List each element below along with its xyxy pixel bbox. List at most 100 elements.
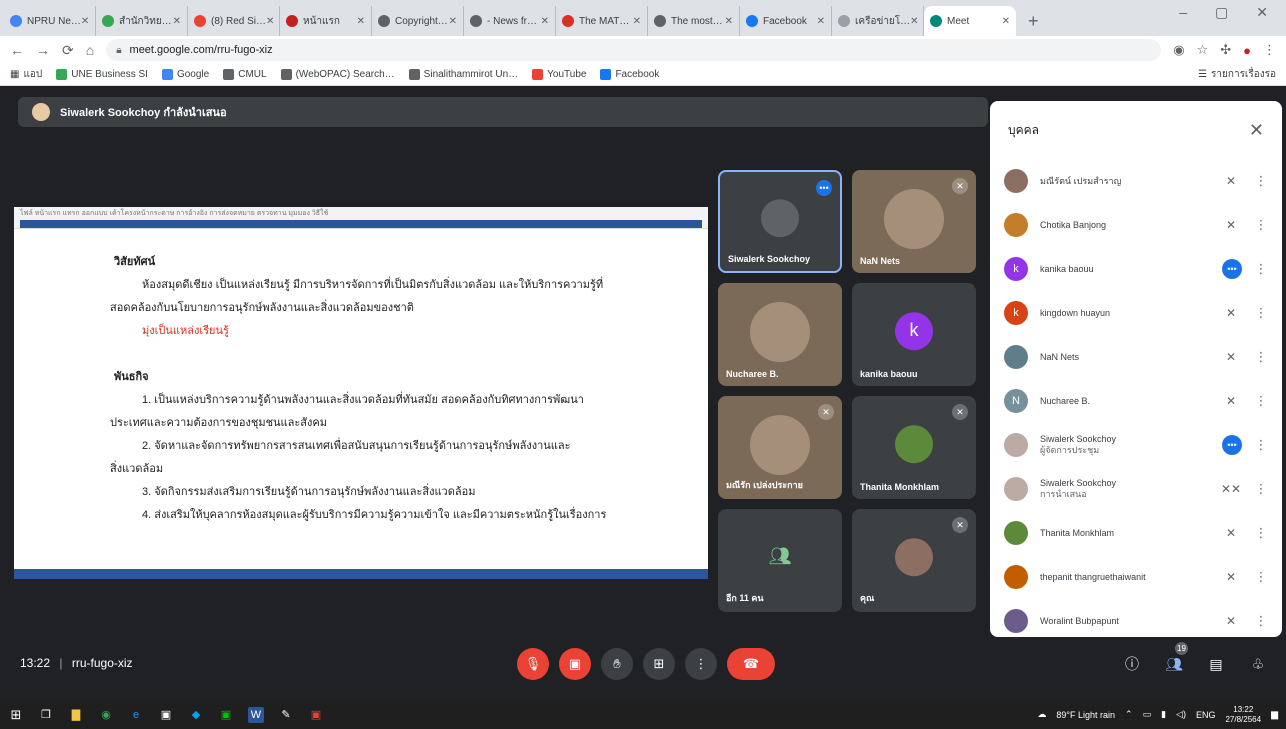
url-input[interactable]: 🔒︎ meet.google.com/rru-fugo-xiz [106, 39, 1162, 61]
home-icon[interactable]: ⌂ [86, 42, 94, 58]
more-vert-icon[interactable]: ⋮ [1254, 217, 1268, 233]
participant-tile[interactable]: ✕ NaN Nets [852, 170, 976, 273]
speaking-icon[interactable]: ••• [1222, 435, 1242, 455]
app-icon-1[interactable]: ◆ [188, 707, 204, 723]
back-icon[interactable]: ← [10, 42, 24, 58]
chrome-icon[interactable]: ◉ [98, 707, 114, 723]
volume-icon[interactable]: ◁) [1176, 709, 1186, 720]
activities-button[interactable]: ♧ [1244, 650, 1272, 678]
bookmark-item[interactable]: CMUL [223, 69, 267, 80]
chat-button[interactable]: ▤ [1202, 650, 1230, 678]
browser-tab[interactable]: หน้าแรก ✕ [280, 6, 372, 36]
bookmark-item[interactable]: Sinalithammirot Un… [408, 69, 518, 80]
network-icon[interactable]: ▭ [1143, 709, 1152, 720]
store-icon[interactable]: ▣ [158, 707, 174, 723]
close-window-icon[interactable]: ✕ [1256, 4, 1268, 21]
profile-icon[interactable]: ● [1243, 43, 1251, 58]
menu-icon[interactable]: ⋮ [1263, 42, 1276, 58]
start-icon[interactable]: ⊞ [8, 707, 24, 723]
speaking-icon[interactable]: ••• [1222, 259, 1242, 279]
camera-icon[interactable]: ◉ [1173, 42, 1184, 58]
task-view-icon[interactable]: ❐ [38, 707, 54, 723]
more-vert-icon[interactable]: ⋮ [1254, 569, 1268, 585]
close-icon[interactable]: ✕ [1249, 120, 1264, 141]
participant-tile[interactable]: Nucharee B. [718, 283, 842, 386]
extensions-icon[interactable]: ✣ [1220, 42, 1231, 58]
mic-muted-icon[interactable]: ✕ [1220, 350, 1242, 364]
more-vert-icon[interactable]: ⋮ [1254, 173, 1268, 189]
more-vert-icon[interactable]: ⋮ [1254, 613, 1268, 629]
mic-muted-icon[interactable]: ✕ [1220, 614, 1242, 628]
tray-chevron-icon[interactable]: ⌃ [1125, 709, 1133, 720]
mic-muted-icon[interactable]: ✕ [1220, 526, 1242, 540]
tab-close-icon[interactable]: ✕ [817, 16, 825, 27]
present-button[interactable]: ⊞ [643, 648, 675, 680]
more-vert-icon[interactable]: ⋮ [1254, 261, 1268, 277]
maximize-icon[interactable]: ▢ [1215, 4, 1228, 21]
participant-row[interactable]: Siwalerk Sookchoy การนำเสนอ ✕✕ ⋮ [990, 467, 1282, 511]
participant-tile[interactable]: 👥︎ อีก 11 คน [718, 509, 842, 612]
participant-row[interactable]: Chotika Banjong ✕ ⋮ [990, 203, 1282, 247]
camera-off-button[interactable]: ▣ [559, 648, 591, 680]
browser-tab[interactable]: The MAT… ✕ [556, 6, 648, 36]
tab-close-icon[interactable]: ✕ [725, 16, 733, 27]
clock[interactable]: 13:22 27/8/2564 [1225, 705, 1261, 725]
browser-tab[interactable]: NPRU Ne… ✕ [4, 6, 96, 36]
browser-tab[interactable]: Copyright… ✕ [372, 6, 464, 36]
forward-icon[interactable]: → [36, 42, 50, 58]
tab-close-icon[interactable]: ✕ [173, 16, 181, 27]
mic-muted-icon[interactable]: ✕ [1220, 174, 1242, 188]
reload-icon[interactable]: ⟳ [62, 42, 74, 59]
browser-tab[interactable]: (8) Red Si… ✕ [188, 6, 280, 36]
participant-tile[interactable]: ✕ คุณ [852, 509, 976, 612]
tab-close-icon[interactable]: ✕ [910, 16, 918, 27]
mic-muted-icon[interactable]: ✕ [1220, 394, 1242, 408]
more-vert-icon[interactable]: ⋮ [1254, 525, 1268, 541]
tab-close-icon[interactable]: ✕ [357, 16, 365, 27]
browser-tab[interactable]: เครือข่ายโ… ✕ [832, 6, 924, 36]
app-icon-3[interactable]: ▣ [308, 707, 324, 723]
people-button[interactable]: 👥︎ 19 [1160, 642, 1188, 678]
new-tab-button[interactable]: + [1016, 6, 1051, 36]
bookmark-item[interactable]: UNE Business SI [56, 69, 148, 80]
participant-tile[interactable]: ✕ มณีรัก เปล่งประกาย [718, 396, 842, 499]
edge-icon[interactable]: e [128, 707, 144, 723]
tab-close-icon[interactable]: ✕ [81, 16, 89, 27]
language-indicator[interactable]: ENG [1196, 710, 1216, 720]
mic-muted-icon[interactable]: ✕ [1220, 570, 1242, 584]
participant-row[interactable]: k kanika baouu ••• ⋮ [990, 247, 1282, 291]
browser-tab[interactable]: สำนักวิทย… ✕ [96, 6, 188, 36]
tab-close-icon[interactable]: ✕ [633, 16, 641, 27]
more-vert-icon[interactable]: ⋮ [1254, 481, 1268, 497]
participant-tile[interactable]: ••• Siwalerk Sookchoy [718, 170, 842, 273]
tab-close-icon[interactable]: ✕ [541, 16, 549, 27]
bookmark-item[interactable]: Facebook [600, 69, 659, 80]
meeting-info-button[interactable]: ⓘ [1118, 650, 1146, 678]
leave-call-button[interactable]: ☎︎ [727, 648, 775, 680]
bookmark-item[interactable]: YouTube [532, 69, 586, 80]
weather-text[interactable]: 89°F Light rain [1056, 710, 1115, 720]
app-icon-2[interactable]: ✎ [278, 707, 294, 723]
participant-row[interactable]: NaN Nets ✕ ⋮ [990, 335, 1282, 379]
browser-tab[interactable]: Facebook ✕ [740, 6, 832, 36]
participant-row[interactable]: N Nucharee B. ✕ ⋮ [990, 379, 1282, 423]
browser-tab[interactable]: The most… ✕ [648, 6, 740, 36]
bookmark-item[interactable]: Google [161, 69, 209, 80]
mic-muted-icon[interactable]: ✕✕ [1220, 482, 1242, 496]
participant-row[interactable]: thepanit thangruethaiwanit ✕ ⋮ [990, 555, 1282, 599]
participant-row[interactable]: มณีรัตน์ เปรมสำราญ ✕ ⋮ [990, 159, 1282, 203]
participant-row[interactable]: k kingdown huayun ✕ ⋮ [990, 291, 1282, 335]
more-vert-icon[interactable]: ⋮ [1254, 349, 1268, 365]
notifications-icon[interactable]: ▆ [1271, 709, 1278, 720]
bookmark-item[interactable]: (WebOPAC) Search… [280, 69, 395, 80]
more-options-button[interactable]: ⋮ [685, 648, 717, 680]
raise-hand-button[interactable]: ✋︎ [601, 648, 633, 680]
battery-icon[interactable]: ▮ [1161, 709, 1166, 720]
file-explorer-icon[interactable]: ▇ [68, 707, 84, 723]
more-vert-icon[interactable]: ⋮ [1254, 437, 1268, 453]
browser-tab[interactable]: - News fr… ✕ [464, 6, 556, 36]
participant-tile[interactable]: k kanika baouu [852, 283, 976, 386]
more-vert-icon[interactable]: ⋮ [1254, 393, 1268, 409]
tab-close-icon[interactable]: ✕ [1002, 16, 1010, 27]
star-icon[interactable]: ☆ [1197, 42, 1209, 58]
